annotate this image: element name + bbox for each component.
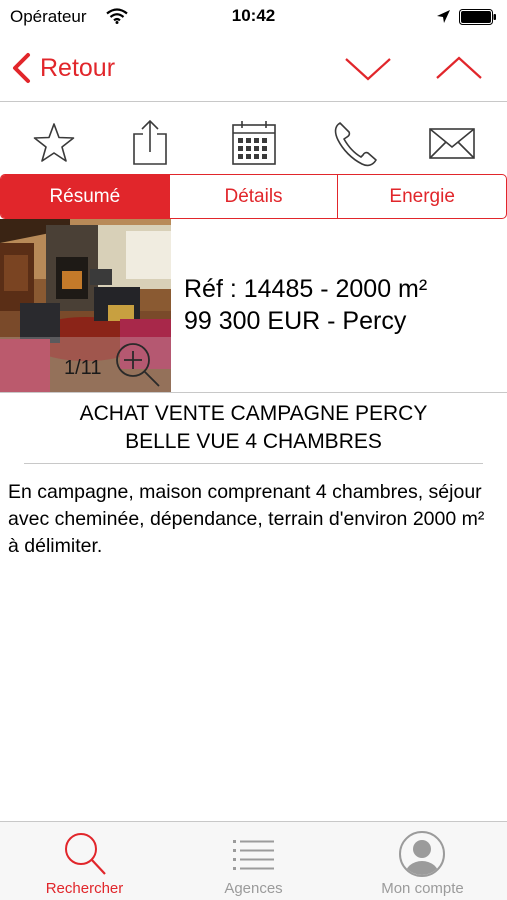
listing-title-line-2: BELLE VUE 4 CHAMBRES xyxy=(125,430,382,453)
calendar-button[interactable] xyxy=(228,115,280,171)
tab-resume[interactable]: Résumé xyxy=(1,175,169,218)
chevron-down-icon xyxy=(345,58,391,81)
tab-agences[interactable]: Agences xyxy=(169,822,338,900)
share-button[interactable] xyxy=(126,115,174,171)
photo-counter: 1/11 xyxy=(64,357,102,379)
next-listing-button[interactable] xyxy=(343,50,393,86)
tab-details[interactable]: Détails xyxy=(168,175,338,218)
tab-rechercher-label: Rechercher xyxy=(45,880,124,897)
tab-mon-compte-label: Mon compte xyxy=(381,880,464,897)
tab-agences-label: Agences xyxy=(224,880,283,897)
account-icon xyxy=(399,831,445,877)
calendar-icon xyxy=(232,121,276,165)
reference-and-surface: Réf : 14485 - 2000 m² xyxy=(184,275,428,303)
back-label: Retour xyxy=(40,53,116,82)
share-icon xyxy=(133,119,167,165)
listing-title-line-1: ACHAT VENTE CAMPAGNE PERCY xyxy=(79,402,428,425)
listing-description: En campagne, maison comprenant 4 chambre… xyxy=(8,481,485,557)
phone-icon xyxy=(334,122,377,167)
clock: 10:42 xyxy=(231,6,276,25)
star-icon xyxy=(33,123,75,162)
envelope-icon xyxy=(429,128,475,159)
back-button[interactable]: Retour xyxy=(10,48,115,88)
search-icon xyxy=(65,833,106,875)
action-toolbar xyxy=(0,115,507,171)
tab-energie[interactable]: Energie xyxy=(337,175,506,218)
divider xyxy=(0,392,507,393)
tab-rechercher[interactable]: Rechercher xyxy=(0,822,169,900)
price-and-town: 99 300 EUR - Percy xyxy=(184,307,407,335)
battery-icon xyxy=(459,9,496,25)
chevron-up-icon xyxy=(436,56,482,79)
listing-title: ACHAT VENTE CAMPAGNE PERCY BELLE VUE 4 C… xyxy=(0,400,507,456)
list-icon xyxy=(233,840,274,870)
call-button[interactable] xyxy=(328,115,380,171)
tab-mon-compte[interactable]: Mon compte xyxy=(338,822,507,900)
navigation-bar: Retour xyxy=(0,34,507,102)
location-arrow-icon xyxy=(437,10,450,23)
section-tabs: Résumé Détails Energie xyxy=(0,174,507,219)
status-bar: Opérateur 10:42 xyxy=(0,0,507,34)
zoom-in-icon[interactable] xyxy=(112,340,162,390)
divider xyxy=(24,463,483,464)
favorite-button[interactable] xyxy=(30,115,78,171)
back-chevron-icon xyxy=(13,53,30,83)
previous-listing-button[interactable] xyxy=(434,50,484,86)
tab-bar: Rechercher Agences Mon compte xyxy=(0,821,507,900)
email-button[interactable] xyxy=(426,115,478,171)
